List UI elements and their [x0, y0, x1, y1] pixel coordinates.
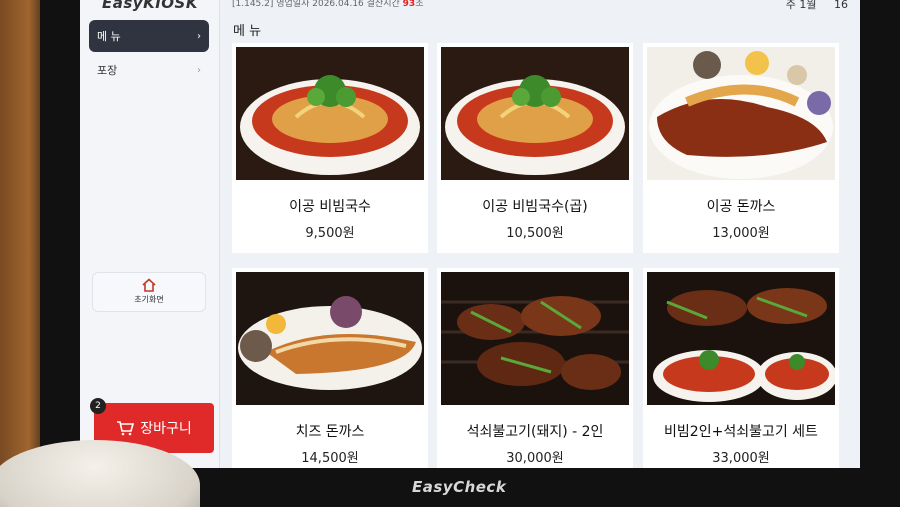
sidebar: EasyKIOSK 메 뉴 › 포장 › 초기화면 장바구니 2 — [80, 0, 220, 468]
business-date-label: 영업일자 — [276, 0, 310, 9]
cart-count-badge: 2 — [90, 398, 106, 414]
cheese-cutlet-image — [236, 272, 424, 405]
status-right-text: 주 1월 — [785, 0, 817, 11]
sidebar-item-label: 메 뉴 — [97, 30, 121, 43]
kiosk-screen: EasyKIOSK 메 뉴 › 포장 › 초기화면 장바구니 2 [1.145.… — [80, 0, 860, 468]
menu-name: 이공 돈까스 — [706, 199, 776, 215]
menu-name: 석쇠불고기(돼지) - 2인 — [466, 424, 604, 440]
menu-name: 이공 비빔국수(곱) — [482, 199, 588, 215]
menu-photo — [236, 47, 424, 180]
menu-price: 13,000원 — [712, 226, 770, 241]
menu-name: 이공 비빔국수 — [289, 199, 371, 215]
business-date: 2026.04.16 — [312, 0, 364, 9]
sidebar-item-takeout[interactable]: 포장 › — [89, 54, 209, 86]
set-meal-image — [647, 272, 835, 405]
menu-price: 10,500원 — [506, 226, 564, 241]
chevron-right-icon: › — [197, 64, 201, 76]
menu-price: 30,000원 — [506, 451, 564, 466]
sidebar-item-menu[interactable]: 메 뉴 › — [89, 20, 209, 52]
menu-price: 9,500원 — [305, 226, 355, 241]
menu-card[interactable]: 비빔2인+석쇠불고기 세트 33,000원 — [643, 268, 839, 468]
menu-price: 14,500원 — [301, 451, 359, 466]
menu-card[interactable]: 석쇠불고기(돼지) - 2인 30,000원 — [437, 268, 633, 468]
menu-name: 비빔2인+석쇠불고기 세트 — [664, 424, 818, 440]
menu-photo — [236, 272, 424, 405]
footer-brand-logo: EasyCheck — [412, 478, 507, 496]
bulgogi-image — [441, 272, 629, 405]
open-time-suffix: 초 — [415, 0, 424, 9]
kiosk-logo: EasyKIOSK — [102, 0, 198, 12]
cart-button-label: 장바구니 — [140, 421, 192, 437]
noodle-bowl-image — [441, 47, 629, 180]
status-right-number: 16 — [834, 0, 848, 11]
version-text: [1.145.2] — [232, 0, 274, 9]
menu-photo — [441, 272, 629, 405]
home-button-label: 초기화면 — [134, 295, 164, 304]
cart-icon — [117, 421, 135, 436]
menu-photo — [441, 47, 629, 180]
menu-price: 33,000원 — [712, 451, 770, 466]
menu-photo — [647, 47, 835, 180]
status-right: 주 1월 16 — [786, 0, 848, 12]
menu-card[interactable]: 이공 비빔국수(곱) 10,500원 — [437, 43, 633, 253]
menu-card[interactable]: 치즈 돈까스 14,500원 — [232, 268, 428, 468]
noodle-bowl-image — [236, 47, 424, 180]
menu-card[interactable]: 이공 돈까스 13,000원 — [643, 43, 839, 253]
pork-cutlet-image — [647, 47, 835, 180]
chevron-right-icon: › — [197, 30, 201, 42]
open-time-value: 93 — [402, 0, 416, 9]
section-title: 메 뉴 — [233, 24, 262, 39]
home-icon — [142, 278, 156, 292]
open-time-label: 결산시간 — [366, 0, 400, 9]
menu-photo — [647, 272, 835, 405]
menu-card[interactable]: 이공 비빔국수 9,500원 — [232, 43, 428, 253]
sidebar-item-label: 포장 — [97, 64, 118, 77]
status-bar: [1.145.2] 영업일자 2026.04.16 결산시간 93초 주 1월 … — [220, 0, 860, 12]
home-button[interactable]: 초기화면 — [92, 272, 206, 312]
menu-name: 치즈 돈까스 — [295, 424, 365, 440]
